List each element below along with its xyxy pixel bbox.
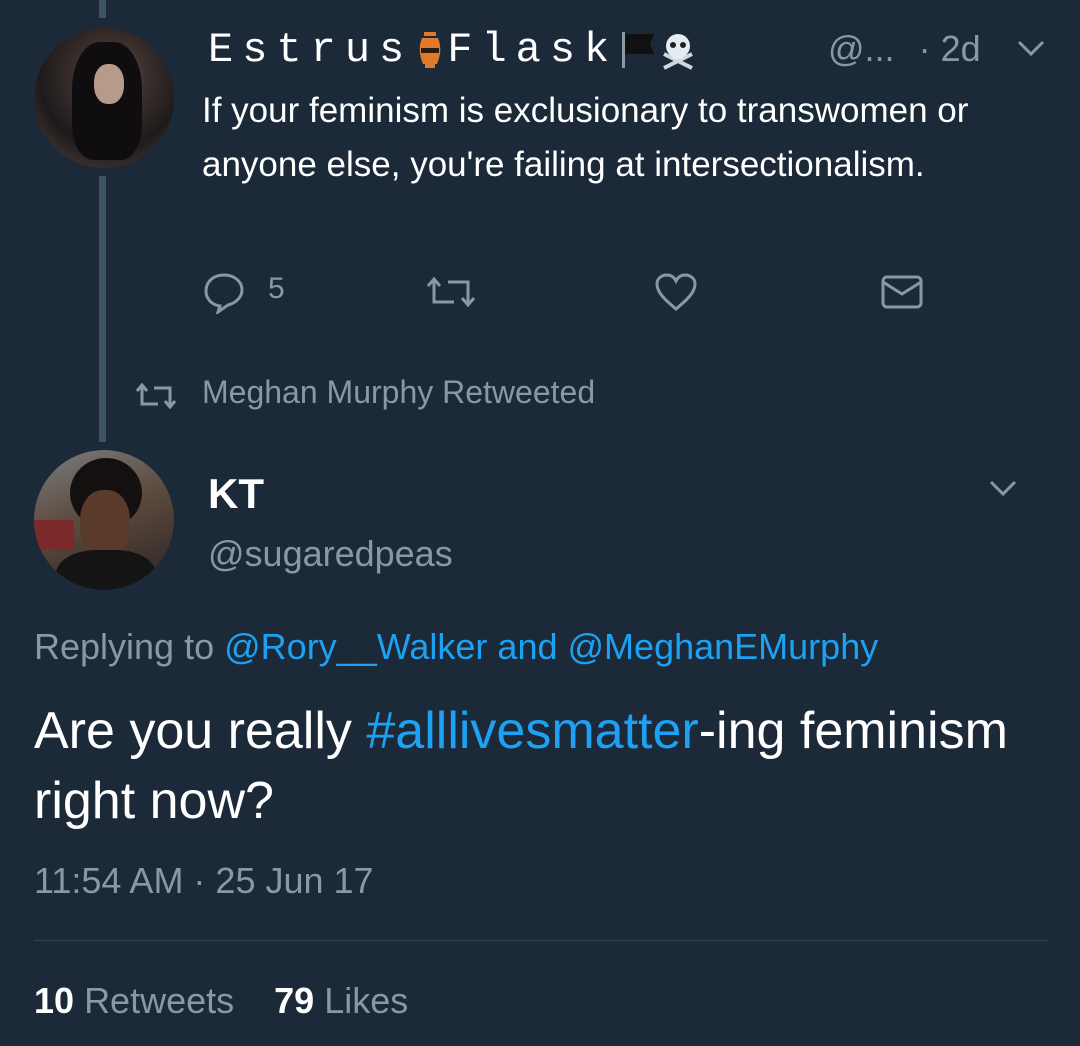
tweet-text: Are you really #alllivesmatter-ing femin… [34,696,1054,836]
skull-crossbones-icon [658,30,698,70]
mention-link[interactable]: @Rory__Walker [224,626,487,667]
avatar[interactable] [34,28,174,168]
amphora-icon [417,30,443,70]
tweet-stats: 10 Retweets 79 Likes [34,980,408,1022]
like-icon[interactable] [654,272,698,317]
chevron-down-icon[interactable] [988,478,1018,503]
reply-icon[interactable] [202,270,246,319]
replying-to: Replying to @Rory__Walker and @MeghanEMu… [34,626,878,668]
author-name[interactable]: KT [208,470,264,518]
retweet-icon[interactable] [424,276,478,313]
hashtag-link[interactable]: #alllivesmatter [366,702,698,760]
direct-message-icon[interactable] [880,274,924,315]
likes-count: 79 [274,980,315,1021]
divider [34,940,1048,941]
likes-label: Likes [324,980,409,1021]
display-name[interactable]: Estrus Flask [208,26,698,74]
retweets-label: Retweets [84,980,235,1021]
replying-prefix: Replying to [34,626,215,667]
retweeted-label[interactable]: Meghan Murphy Retweeted [202,374,595,411]
tweet-text-before: Are you really [34,702,367,760]
likes-stat[interactable]: 79 Likes [274,980,408,1021]
handle[interactable]: @... [828,28,895,69]
retweeted-icon [134,382,178,415]
display-name-part1: Estrus [208,26,414,74]
retweets-stat[interactable]: 10 Retweets [34,980,234,1021]
author-handle[interactable]: @sugaredpeas [208,533,453,575]
avatar[interactable] [34,450,174,590]
reply-count: 5 [268,272,285,305]
black-flag-icon [618,30,658,70]
chevron-down-icon[interactable] [1016,38,1046,63]
thread-line-top [99,0,106,18]
tweet-text: If your feminism is exclusionary to tran… [202,91,969,184]
thread-line [99,176,106,442]
handle-time: @... · 2d [828,28,981,70]
timestamp-relative[interactable]: · 2d [919,28,981,69]
replying-and: and [497,626,558,667]
timestamp: 11:54 AM · 25 Jun 17 [34,860,374,901]
mention-link[interactable]: @MeghanEMurphy [568,626,879,667]
display-name-part2: Flask [447,26,619,74]
retweets-count: 10 [34,980,75,1021]
